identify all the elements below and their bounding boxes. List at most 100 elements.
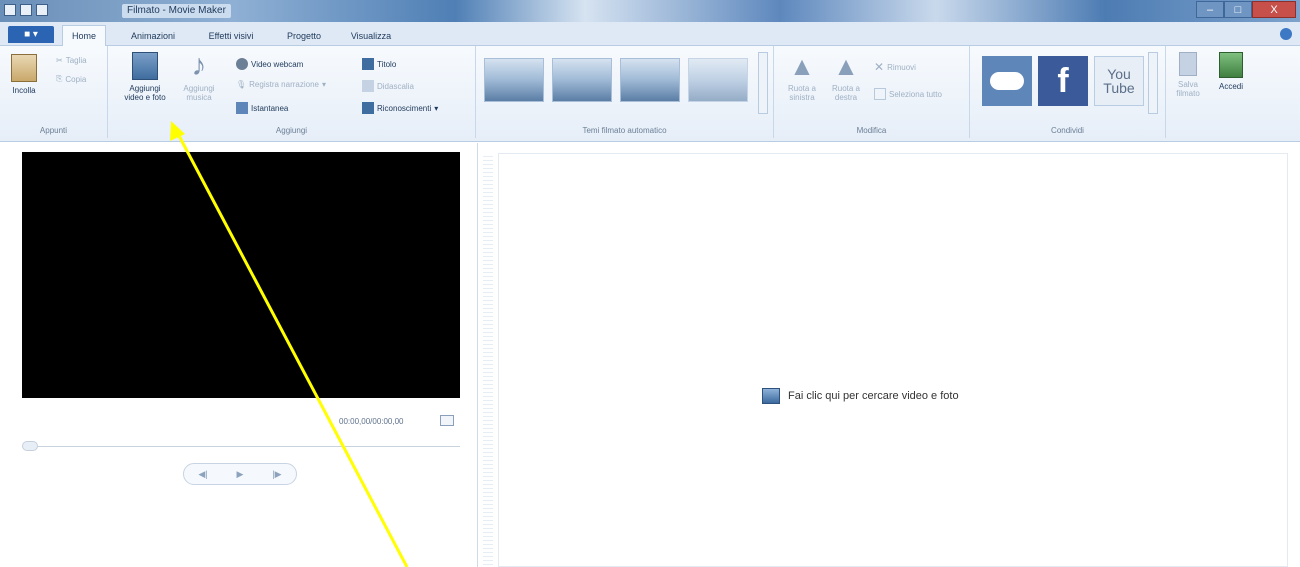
theme-thumbnail[interactable]: [552, 58, 612, 102]
paste-button[interactable]: Incolla: [6, 54, 42, 95]
webcam-icon: [236, 58, 248, 70]
play-icon[interactable]: ▶: [237, 469, 244, 480]
save-movie-icon: [1179, 52, 1197, 76]
save-icon[interactable]: [20, 4, 32, 16]
tab-view[interactable]: Visualizza: [340, 28, 402, 46]
title-icon: [362, 58, 374, 70]
caption-icon: [362, 80, 374, 92]
ribbon: Incolla ✂ Taglia ⎘ Copia Appunti Aggiung…: [0, 46, 1300, 142]
fullscreen-icon[interactable]: [440, 415, 454, 426]
undo-icon[interactable]: [36, 4, 48, 16]
help-icon[interactable]: [1280, 28, 1292, 40]
record-narration-button[interactable]: 🎙 Registra narrazione ▾: [236, 80, 326, 89]
facebook-icon: f: [1057, 61, 1069, 100]
credits-button[interactable]: Riconoscimenti ▾: [362, 102, 438, 114]
caption-label: Didascalia: [377, 81, 414, 91]
microphone-icon: 🎙: [236, 80, 247, 89]
add-videos-photos-button[interactable]: Aggiungi video e foto: [116, 52, 174, 102]
sign-in-button[interactable]: Accedi: [1210, 52, 1252, 91]
playback-controls: ◀| ▶ |▶: [183, 463, 297, 485]
sign-in-label: Accedi: [1218, 82, 1243, 91]
copy-label: Copia: [65, 74, 87, 84]
file-menu-button[interactable]: ■ ▾: [8, 26, 54, 43]
snapshot-label: Istantanea: [251, 103, 289, 113]
window-controls: – □ X: [1196, 1, 1296, 18]
group-label-edit: Modifica: [856, 126, 887, 135]
scissors-icon: ✂: [56, 56, 63, 65]
preview-pane: 00:00,00/00:00,00 ◀| ▶ |▶: [0, 143, 478, 567]
chevron-down-icon: ▾: [321, 80, 326, 89]
select-all-label: Seleziona tutto: [889, 89, 942, 99]
group-auto-movie-themes: Temi filmato automatico: [476, 46, 774, 138]
rotate-right-button[interactable]: ▲ Ruota a destra: [826, 52, 866, 102]
webcam-video-button[interactable]: Video webcam: [236, 58, 303, 70]
sign-in-icon: [1219, 52, 1243, 78]
cloud-icon: [990, 72, 1024, 90]
credits-icon: [362, 102, 374, 114]
quick-access-toolbar: [4, 4, 48, 16]
ribbon-tabs: ■ ▾ Home Animazioni Effetti visivi Proge…: [0, 22, 1300, 47]
skydrive-share-button[interactable]: [982, 56, 1032, 106]
pane-splitter[interactable]: [483, 153, 493, 567]
copy-button[interactable]: ⎘ Copia: [56, 74, 86, 84]
remove-button[interactable]: ✕ Rimuovi: [874, 60, 916, 74]
tab-home[interactable]: Home: [62, 25, 106, 47]
group-edit: ▲ Ruota a sinistra ▲ Ruota a destra ✕ Ri…: [774, 46, 970, 138]
snapshot-button[interactable]: Istantanea: [236, 102, 288, 114]
seek-bar[interactable]: [22, 446, 460, 447]
group-label-add: Aggiungi: [275, 126, 308, 135]
photo-icon: [762, 388, 780, 404]
youtube-share-button[interactable]: You Tube: [1094, 56, 1144, 106]
browse-media-label: Fai clic qui per cercare video e foto: [788, 390, 959, 402]
rotate-left-icon: ▲: [789, 51, 815, 81]
timecode: 00:00,00/00:00,00: [339, 417, 404, 426]
chevron-down-icon: ▾: [434, 103, 439, 113]
title-label: Titolo: [377, 59, 397, 69]
rotate-right-icon: ▲: [833, 51, 859, 81]
cut-label: Taglia: [65, 56, 87, 65]
tab-animations[interactable]: Animazioni: [118, 28, 188, 46]
rotate-right-label-2: destra: [834, 93, 858, 102]
music-note-icon: [186, 52, 212, 80]
browse-media-link[interactable]: Fai clic qui per cercare video e foto: [762, 388, 959, 404]
select-all-icon: [874, 88, 886, 100]
copy-icon: ⎘: [56, 74, 63, 83]
rotate-left-button[interactable]: ▲ Ruota a sinistra: [782, 52, 822, 102]
rotate-left-label-2: sinistra: [789, 93, 815, 102]
theme-thumbnail[interactable]: [484, 58, 544, 102]
add-music-button[interactable]: Aggiungi musica: [176, 52, 222, 102]
add-videos-label-2: video e foto: [124, 93, 166, 102]
seek-thumb[interactable]: [22, 441, 38, 451]
minimize-button[interactable]: –: [1196, 1, 1224, 18]
storyboard-area[interactable]: [498, 153, 1288, 567]
cut-button[interactable]: ✂ Taglia: [56, 56, 87, 65]
rotate-right-label-1: Ruota a: [831, 84, 861, 93]
next-frame-icon[interactable]: |▶: [272, 469, 281, 480]
themes-gallery-scroll[interactable]: [758, 52, 768, 114]
tab-visual-effects[interactable]: Effetti visivi: [196, 28, 266, 46]
narration-label: Registra narrazione: [249, 80, 319, 89]
close-button[interactable]: X: [1252, 1, 1296, 18]
select-all-button[interactable]: Seleziona tutto: [874, 88, 942, 100]
title-bar: Filmato - Movie Maker – □ X: [0, 0, 1300, 22]
youtube-icon-bottom: Tube: [1103, 80, 1135, 96]
maximize-button[interactable]: □: [1224, 1, 1252, 18]
group-share: f You Tube Condividi: [970, 46, 1166, 138]
title-button[interactable]: Titolo: [362, 58, 396, 70]
app-menu-icon[interactable]: [4, 4, 16, 16]
save-movie-label-2: filmato: [1176, 89, 1200, 98]
previous-frame-icon[interactable]: ◀|: [198, 469, 207, 480]
theme-thumbnail[interactable]: [620, 58, 680, 102]
group-clipboard: Incolla ✂ Taglia ⎘ Copia Appunti: [0, 46, 108, 138]
group-add: Aggiungi video e foto Aggiungi musica Vi…: [108, 46, 476, 138]
tab-project[interactable]: Progetto: [276, 28, 332, 46]
paste-label: Incolla: [12, 86, 36, 95]
paste-icon: [11, 54, 37, 82]
facebook-share-button[interactable]: f: [1038, 56, 1088, 106]
save-movie-label-1: Salva: [1177, 80, 1198, 89]
share-gallery-scroll[interactable]: [1148, 52, 1158, 114]
video-preview[interactable]: [22, 152, 460, 398]
theme-thumbnail[interactable]: [688, 58, 748, 102]
caption-button[interactable]: Didascalia: [362, 80, 414, 92]
save-movie-button[interactable]: Salva filmato: [1170, 52, 1206, 98]
